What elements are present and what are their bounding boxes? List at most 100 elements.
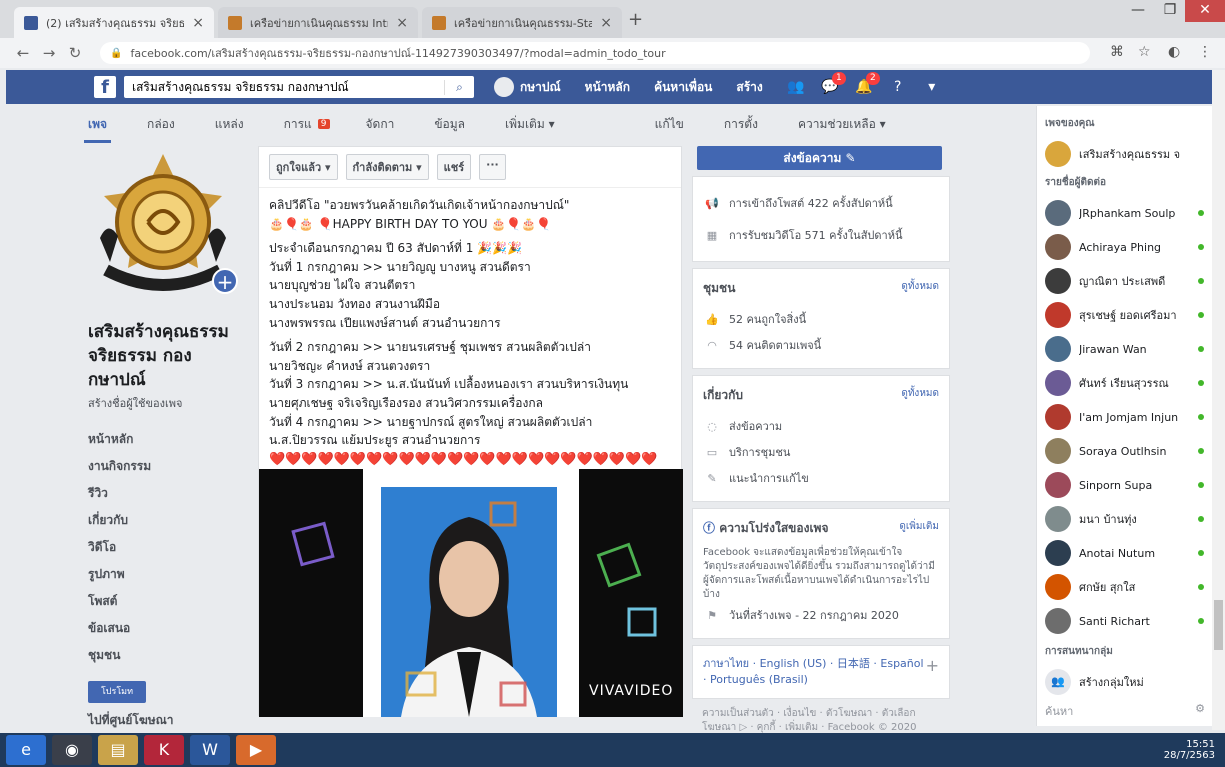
page-nav-photos[interactable]: รูปภาพ [88,561,248,588]
add-language-button[interactable]: + [926,656,939,675]
page-nav-about[interactable]: เกี่ยวกับ [88,507,248,534]
account-menu-icon[interactable]: ▾ [923,78,941,96]
see-all-link[interactable]: ดูทั้งหมด [901,279,939,298]
facebook-logo-icon[interactable]: f [94,76,116,98]
browser-tab-staff[interactable]: เครือข่ายกาเนินคุณธรรม-Staff Bo × [422,7,622,38]
minimize-button[interactable]: — [1122,0,1154,22]
browser-tab-intranet[interactable]: เครือข่ายกาเนินคุณธรรม Intrane × [218,7,418,38]
internet-explorer-icon[interactable]: e [6,735,46,765]
app-icon[interactable]: K [144,735,184,765]
file-explorer-icon[interactable]: ▤ [98,735,138,765]
messenger-icon[interactable]: 💬 1 [821,72,846,96]
maximize-button[interactable]: ❐ [1154,0,1186,22]
ad-center-link[interactable]: ไปที่ศูนย์โฆษณา [88,711,248,730]
quick-help-icon[interactable]: ? [889,78,907,96]
page-profile-picture[interactable]: + [88,150,238,300]
search-input[interactable] [132,80,444,94]
chat-settings-icon[interactable]: ⚙ [1195,702,1205,720]
more-options-button[interactable]: ··· [479,154,506,180]
page-nav-posts[interactable]: โพสต์ [88,588,248,615]
page-nav-home[interactable]: หน้าหลัก [88,426,248,453]
language-links[interactable]: ภาษาไทย · English (US) · 日本語 · Español ·… [703,656,926,688]
see-all-link[interactable]: ดูทั้งหมด [901,386,939,405]
post-reach-stat[interactable]: 📢 การเข้าถึงโพสต์ 422 ครั้งสัปดาห์นี้ [703,187,939,219]
page-nav-reviews[interactable]: รีวิว [88,480,248,507]
notifications-icon[interactable]: 🔔 2 [855,72,880,96]
avatar [1045,302,1071,328]
contact-item[interactable]: JRphankam Soulp [1045,196,1204,230]
translate-icon[interactable]: ⌘ [1110,44,1124,60]
close-tab-icon[interactable]: × [600,15,612,31]
page-scrollbar[interactable] [1212,70,1225,730]
contact-item[interactable]: มนา บ้านทุ่ง [1045,502,1204,536]
see-more-link[interactable]: ดูเพิ่มเติม [899,519,939,538]
chat-search[interactable]: ค้นหา ⚙ [1045,702,1205,720]
page-nav-offers[interactable]: ข้อเสนอ [88,615,248,642]
tab-insights[interactable]: ข้อมูล [434,115,465,134]
new-tab-button[interactable]: + [628,9,643,30]
search-icon[interactable]: ⌕ [444,79,474,95]
create-group-button[interactable]: 👥 สร้างกลุ่มใหม่ [1045,665,1204,699]
page-handle-link[interactable]: สร้างชื่อผู้ใช้ของเพจ [88,394,248,412]
tab-sources[interactable]: แหล่ง [215,115,244,134]
menu-kebab-icon[interactable]: ⋮ [1198,44,1212,60]
contact-item[interactable]: Soraya Outlhsin [1045,434,1204,468]
contact-item[interactable]: Santi Richart [1045,604,1204,638]
contact-item[interactable]: Jirawan Wan [1045,332,1204,366]
tab-edit[interactable]: แก้ไข [655,115,684,134]
back-icon[interactable]: ← [10,44,36,62]
add-photo-icon[interactable]: + [212,268,238,294]
media-player-icon[interactable]: ▶ [236,735,276,765]
share-button[interactable]: แชร์ [436,154,472,180]
tab-settings[interactable]: การตั้ง [724,115,758,134]
tab-page[interactable]: เพจ [83,115,112,143]
contact-item[interactable]: Sinporn Supa [1045,468,1204,502]
tab-manage[interactable]: จัดกา [366,115,395,134]
profile-link[interactable]: กษาปณ์ [494,77,561,97]
send-message-button[interactable]: ส่งข้อความ ✎ [697,146,942,170]
promote-button[interactable]: โปรโมท [88,681,146,703]
extension-icon[interactable]: ◐ [1168,44,1180,60]
close-tab-icon[interactable]: × [396,15,408,31]
address-bar[interactable]: 🔒 facebook.com/เสริมสร้างคุณธรรม-จริยธรร… [100,42,1090,64]
tab-help[interactable]: ความช่วยเหลือ ▾ [798,115,886,134]
contact-item[interactable]: Anotai Nutum [1045,536,1204,570]
contact-item[interactable]: ญาณิตา ประเสพดี [1045,264,1204,298]
page-nav-community[interactable]: ชุมชน [88,642,248,669]
scrollbar-thumb[interactable] [1214,600,1223,650]
search-box[interactable]: ⌕ [124,76,474,98]
page-nav-videos[interactable]: วิดีโอ [88,534,248,561]
create-link[interactable]: สร้าง [736,78,762,97]
contact-item[interactable]: ศกษัย สุกใส [1045,570,1204,604]
your-page-entry[interactable]: เสริมสร้างคุณธรรม จ [1045,137,1204,171]
contact-item[interactable]: สุรเชษฐ์ ยอดเศรีอมา [1045,298,1204,332]
contact-item[interactable]: ศันทร์ เรียนสุวรรณ [1045,366,1204,400]
page-nav-events[interactable]: งานกิจกรรม [88,453,248,480]
about-suggest-edits[interactable]: ✎ แนะนำการแก้ไข [703,465,939,491]
about-category[interactable]: ▭ บริการชุมชน [703,439,939,465]
reload-icon[interactable]: ↻ [62,44,88,62]
tab-more[interactable]: เพิ่มเติม ▾ [505,115,555,134]
chat-search-input[interactable]: ค้นหา [1045,702,1073,720]
tab-notifications[interactable]: การแ [284,115,312,134]
forward-icon[interactable]: → [36,44,62,62]
browser-tab-facebook[interactable]: (2) เสริมสร้างคุณธรรม จริยธรรม กอง × [14,7,214,38]
following-button[interactable]: กำลังติดตาม ▾ [345,154,429,180]
word-icon[interactable]: W [190,735,230,765]
video-views-stat[interactable]: ▦ การรับชมวิดีโอ 571 ครั้งในสัปดาห์นี้ [703,219,939,251]
about-message[interactable]: ◌ ส่งข้อความ [703,413,939,439]
system-tray-clock[interactable]: 15:51 28/7/2563 [1164,739,1215,761]
close-tab-icon[interactable]: × [192,15,204,31]
find-friends-link[interactable]: ค้นหาเพื่อน [654,78,712,97]
tab-inbox[interactable]: กล่อง [147,115,175,134]
window-close-button[interactable]: ✕ [1185,0,1225,22]
home-link[interactable]: หน้าหลัก [585,78,630,97]
contact-item[interactable]: Achiraya Phing [1045,230,1204,264]
contacts-list: JRphankam Soulp Achiraya Phing ญาณิตา ประเ… [1045,196,1204,638]
chrome-icon[interactable]: ◉ [52,735,92,765]
contact-item[interactable]: I'am Jomjam Injun [1045,400,1204,434]
bookmark-star-icon[interactable]: ☆ [1138,44,1151,60]
liked-button[interactable]: ถูกใจแล้ว ▾ [269,154,338,180]
post-video[interactable]: VIVAVIDEO [259,469,683,717]
friend-requests-icon[interactable]: 👥 [787,78,805,96]
